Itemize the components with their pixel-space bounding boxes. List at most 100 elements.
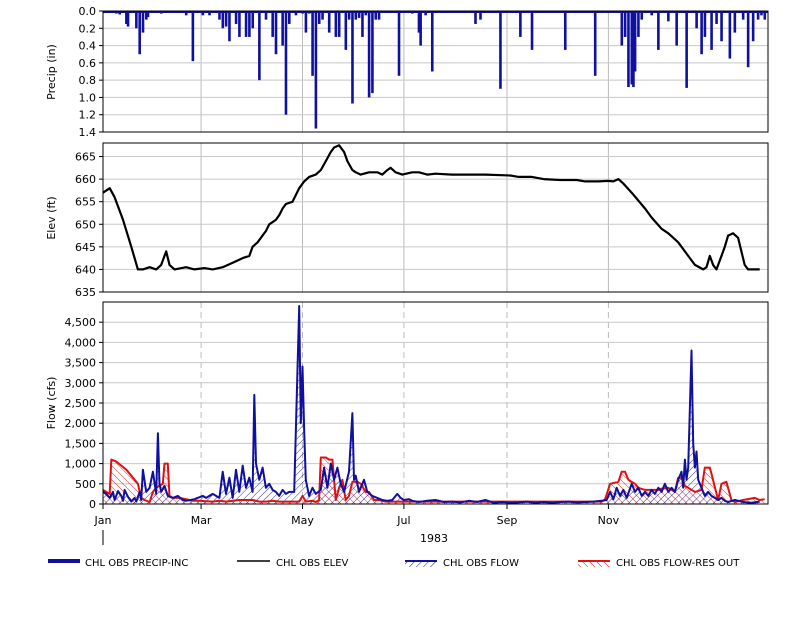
y-tick-label: 665: [75, 151, 96, 164]
y-tick-label: 1.2: [79, 109, 97, 122]
precip-bar: [357, 11, 361, 18]
precip-bar: [720, 11, 723, 42]
precip-bar: [650, 11, 654, 16]
precip-bar: [321, 11, 324, 20]
y-tick-label: 1.0: [79, 91, 97, 104]
x-tick-label: Sep: [497, 514, 518, 527]
y-tick-label: 3,500: [65, 357, 97, 370]
precip-bar: [620, 11, 624, 46]
y-tick-label: 0.2: [79, 22, 97, 35]
precip-bar: [371, 11, 374, 94]
legend-label-resout: CHL OBS FLOW-RES OUT: [616, 558, 740, 569]
x-tick-label: Mar: [191, 514, 212, 527]
precip-bar: [364, 11, 368, 16]
precip-bar: [244, 11, 248, 37]
y-tick-label: 1.4: [79, 126, 97, 139]
flow-ylabel: Flow (cfs): [45, 377, 58, 430]
precip-bar: [637, 11, 640, 37]
precip-bar: [563, 11, 567, 50]
precip-bar: [741, 11, 745, 20]
y-tick-label: 655: [75, 196, 96, 209]
precip-bar: [126, 11, 130, 27]
flow-x-ticks: Jan Mar May Jul Sep Nov: [94, 504, 620, 527]
precip-bar: [377, 11, 381, 20]
legend: CHL OBS PRECIP-INC CHL OBS ELEV CHL OBS …: [48, 558, 740, 569]
precip-bar: [314, 11, 318, 129]
precip-bar: [234, 11, 238, 24]
precip-bar: [264, 11, 268, 20]
y-tick-label: 1,000: [65, 458, 97, 471]
precip-bar: [334, 11, 338, 37]
y-tick-label: 645: [75, 241, 96, 254]
precip-bar: [238, 11, 241, 37]
precip-bar: [367, 11, 371, 98]
precip-y-ticks: 0.0 0.2 0.4 0.6 0.8 1.0 1.2 1.4: [79, 5, 103, 139]
y-tick-label: 4,500: [65, 316, 97, 329]
precip-ylabel: Precip (in): [45, 44, 58, 100]
y-tick-label: 500: [75, 478, 96, 491]
precip-bar: [224, 11, 228, 27]
legend-item-precip: CHL OBS PRECIP-INC: [48, 558, 188, 569]
y-tick-label: 640: [75, 263, 96, 276]
y-tick-label: 0: [89, 498, 96, 511]
precip-bar: [430, 11, 434, 72]
precip-bar: [499, 11, 502, 89]
legend-swatch-precip: [48, 559, 80, 563]
precip-bar: [703, 11, 707, 37]
precip-bar: [118, 11, 122, 15]
precip-bar: [760, 11, 763, 16]
flow-xlabel-year: 1983: [420, 532, 448, 545]
x-tick-label: Jan: [94, 514, 112, 527]
legend-item-resout: CHL OBS FLOW-RES OUT: [578, 558, 740, 569]
precip-bar: [271, 11, 274, 37]
y-tick-label: 0.4: [79, 40, 97, 53]
precip-bar: [221, 11, 225, 29]
precip-bar: [623, 11, 627, 37]
x-tick-label: May: [291, 514, 314, 527]
precip-bar: [474, 11, 477, 24]
precip-bar: [593, 11, 597, 76]
precip-bar: [248, 11, 251, 37]
y-tick-label: 0.0: [79, 5, 97, 18]
precip-bar: [208, 11, 211, 16]
precip-bar: [397, 11, 401, 76]
precip-bar: [354, 11, 358, 20]
precip-bar: [138, 11, 141, 55]
elev-y-ticks: 635 640 645 650 655 660 665: [75, 151, 103, 299]
y-tick-label: 2,500: [65, 397, 97, 410]
y-tick-label: 1,500: [65, 437, 97, 450]
precip-bar: [700, 11, 703, 55]
precip-bar: [733, 11, 737, 33]
precip-bar: [218, 11, 221, 20]
precip-bar: [728, 11, 732, 59]
precip-bar: [424, 11, 427, 16]
precip-bar: [347, 11, 351, 20]
legend-hatch-flow: [405, 562, 437, 567]
precip-bar: [141, 11, 145, 33]
precip-bar: [530, 11, 534, 50]
x-tick-label: Nov: [598, 514, 620, 527]
y-tick-label: 4,000: [65, 336, 97, 349]
precip-plot-area: [103, 11, 768, 132]
precip-bar: [304, 11, 308, 33]
precip-bar: [667, 11, 670, 22]
precip-bar: [344, 11, 348, 50]
precip-bar: [640, 11, 644, 20]
precip-bar: [657, 11, 660, 50]
y-tick-label: 0.8: [79, 74, 97, 87]
precip-bar: [311, 11, 314, 76]
y-tick-label: 2,000: [65, 417, 97, 430]
precip-bar: [675, 11, 678, 46]
precip-bar: [519, 11, 522, 37]
precip-bar: [756, 11, 760, 20]
precip-bar: [184, 11, 188, 16]
precip-bar: [228, 11, 231, 42]
precip-bar: [627, 11, 630, 88]
precip-bar: [251, 11, 255, 29]
legend-hatch-resout: [578, 562, 610, 567]
precip-bar: [327, 11, 331, 33]
precip-bar: [419, 11, 422, 46]
precip-bar: [281, 11, 284, 46]
precip-bar: [201, 11, 205, 16]
precip-bar: [284, 11, 288, 115]
